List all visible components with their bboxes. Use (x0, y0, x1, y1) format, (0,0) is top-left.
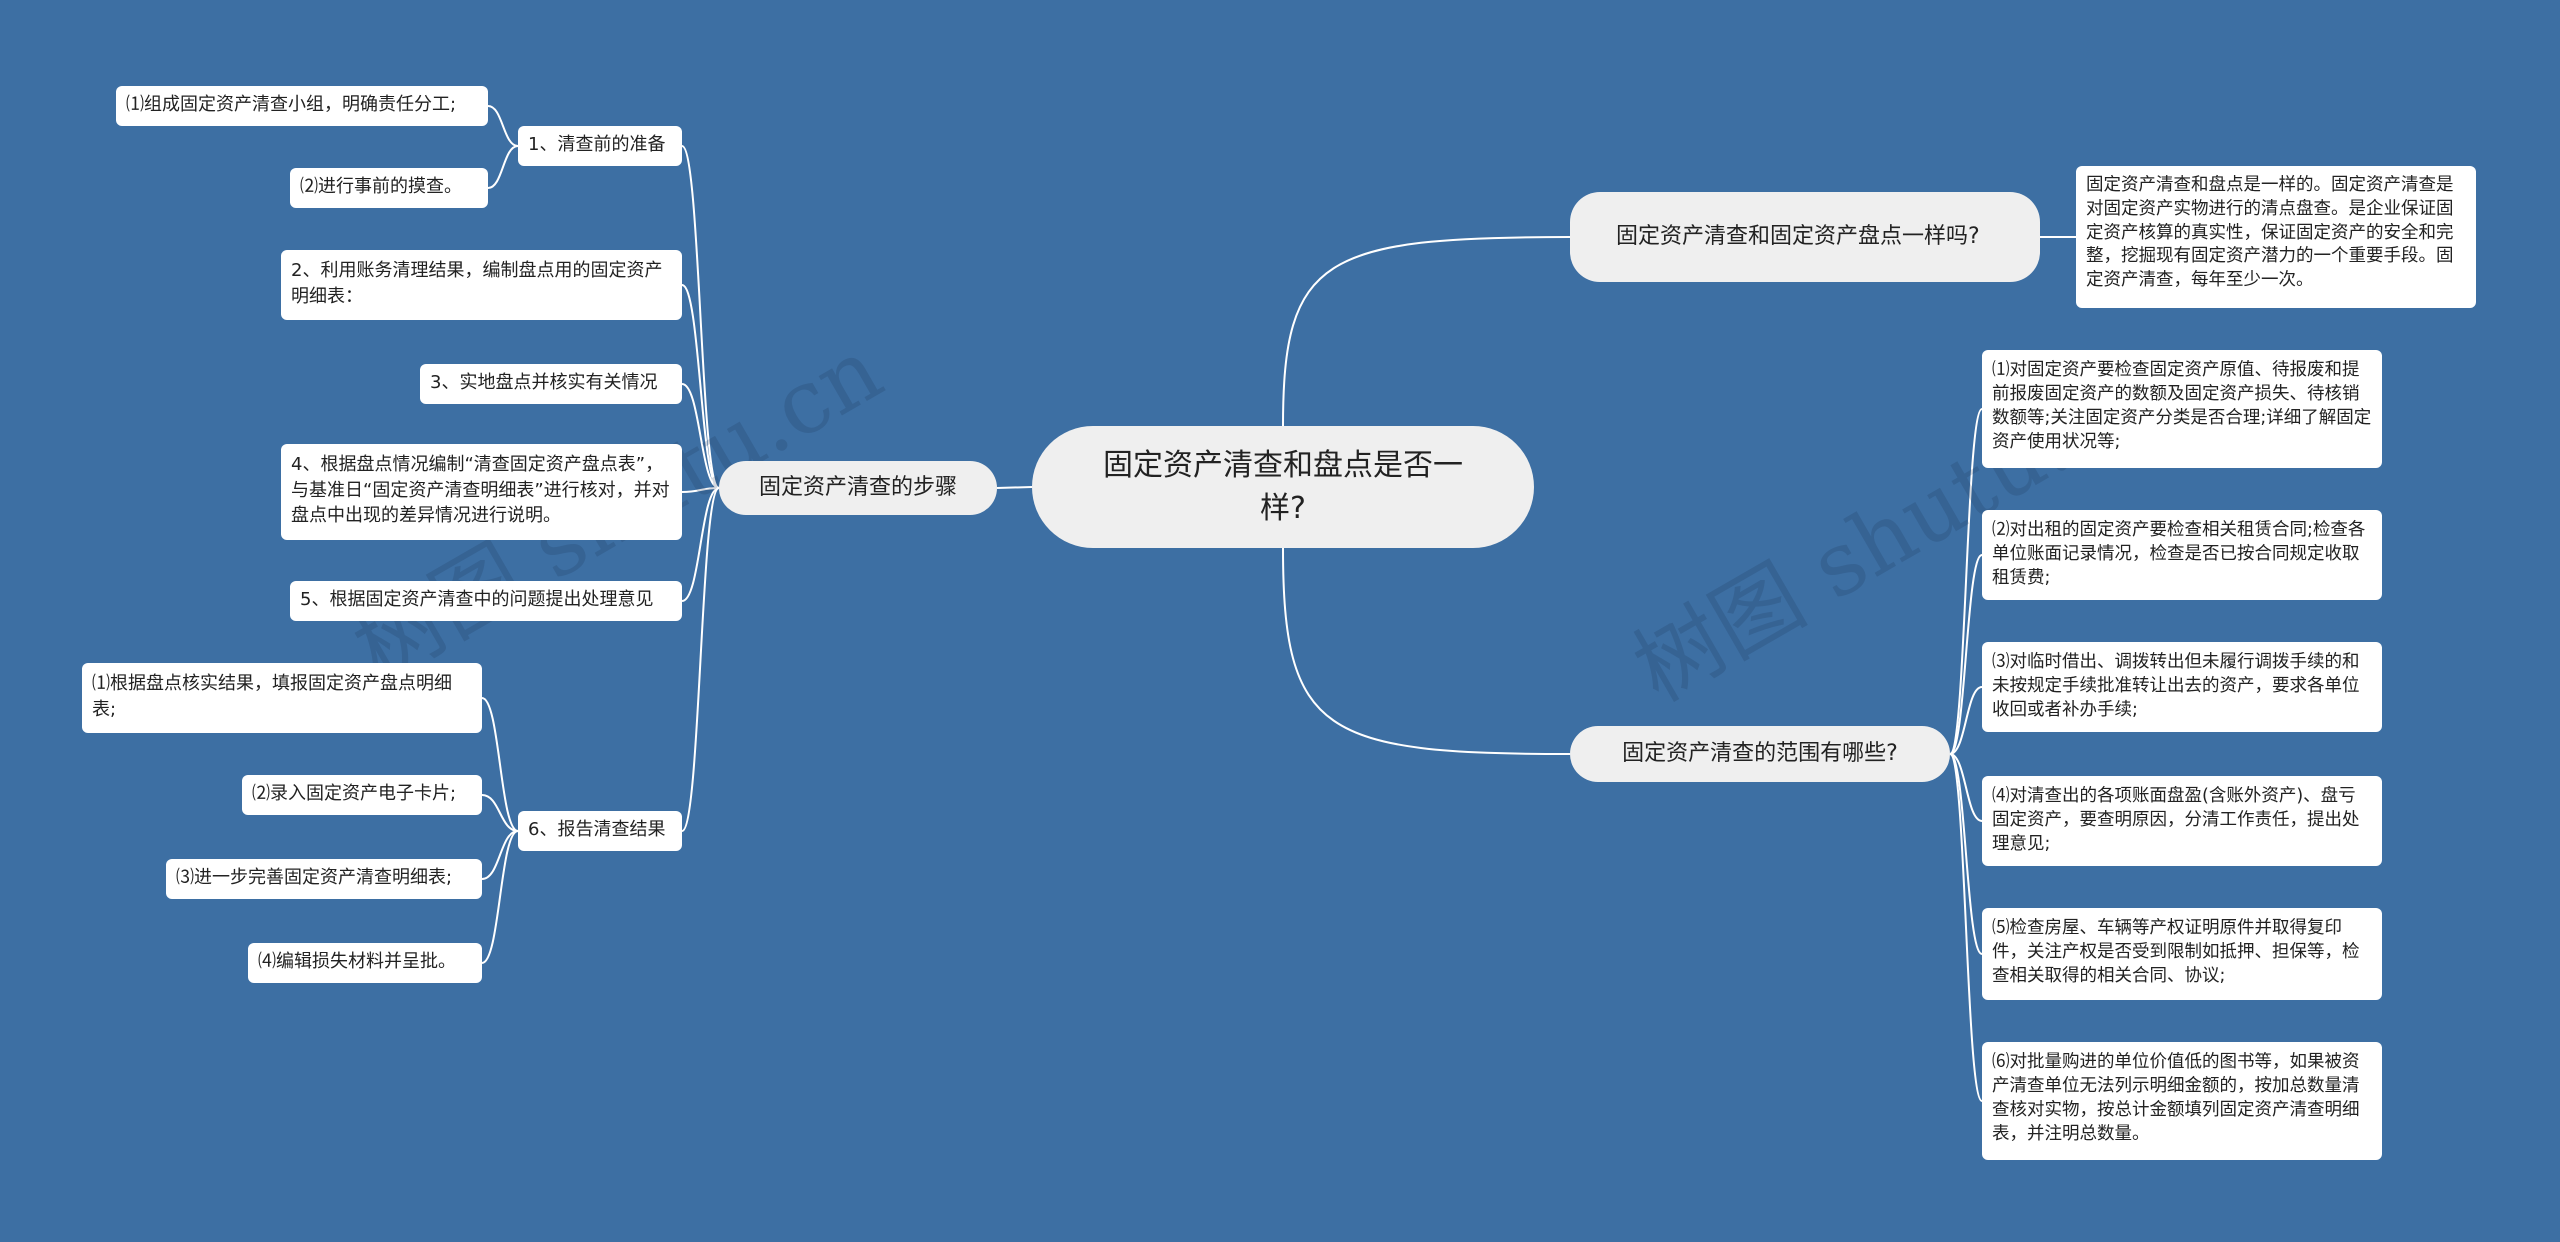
step-6-item-4[interactable]: ⑷编辑损失材料并呈批。 (248, 943, 482, 983)
scope-item-6[interactable]: ⑹对批量购进的单位价值低的图书等，如果被资产清查单位无法列示明细金额的，按加总数… (1982, 1042, 2382, 1160)
root-topic[interactable]: 固定资产清查和盘点是否一样? (1032, 426, 1534, 548)
connector-root-scope (1282, 547, 1571, 755)
branch-scope[interactable]: 固定资产清查的范围有哪些? (1570, 726, 1950, 782)
branch-steps[interactable]: 固定资产清查的步骤 (719, 461, 997, 515)
connector-step6-item-4 (481, 830, 519, 964)
step-1-item-2[interactable]: ⑵进行事前的摸查。 (290, 168, 488, 208)
step-2-ledger[interactable]: 2、利用账务清理结果，编制盘点用的固定资产明细表： (281, 250, 682, 320)
answer-same[interactable]: 固定资产清查和盘点是一样的。固定资产清查是对固定资产实物进行的清点盘查。是企业保… (2076, 166, 2476, 308)
step-6-item-2[interactable]: ⑵录入固定资产电子卡片; (242, 775, 482, 815)
connector-step1-item-1 (487, 105, 519, 147)
scope-item-5[interactable]: ⑸检查房屋、车辆等产权证明原件并取得复印件，关注产权是否受到限制如抵押、担保等，… (1982, 908, 2382, 1000)
step-5-opinion[interactable]: 5、根据固定资产清查中的问题提出处理意见 (290, 581, 682, 621)
scope-item-3[interactable]: ⑶对临时借出、调拨转出但未履行调拨手续的和未按规定手续批准转让出去的资产，要求各… (1982, 642, 2382, 732)
step-6-item-1[interactable]: ⑴根据盘点核实结果，填报固定资产盘点明细表; (82, 663, 482, 733)
branch-same-question[interactable]: 固定资产清查和固定资产盘点一样吗? (1570, 192, 2040, 282)
connector-step6-item-3 (481, 830, 519, 880)
step-1-prepare[interactable]: 1、清查前的准备 (518, 126, 682, 166)
step-4-reconcile[interactable]: 4、根据盘点情况编制“清查固定资产盘点表”，与基准日“固定资产清查明细表”进行核… (281, 444, 682, 540)
scope-item-4[interactable]: ⑷对清查出的各项账面盘盈(含账外资产)、盘亏固定资产，要查明原因，分清工作责任，… (1982, 776, 2382, 866)
connector-root-steps (996, 486, 1033, 489)
step-6-report[interactable]: 6、报告清查结果 (518, 811, 682, 851)
step-3-inventory[interactable]: 3、实地盘点并核实有关情况 (420, 364, 682, 404)
connector-step1-item-2 (487, 145, 519, 189)
scope-item-2[interactable]: ⑵对出租的固定资产要检查相关租赁合同;检查各单位账面记录情况，检查是否已按合同规… (1982, 510, 2382, 600)
step-1-item-1[interactable]: ⑴组成固定资产清查小组，明确责任分工; (116, 86, 488, 126)
connector-root-same (1282, 236, 1571, 427)
connector-scope-item-6 (1949, 753, 1983, 1102)
scope-item-1[interactable]: ⑴对固定资产要检查固定资产原值、待报废和提前报废固定资产的数额及固定资产损失、待… (1982, 350, 2382, 468)
step-6-item-3[interactable]: ⑶进一步完善固定资产清查明细表; (166, 859, 482, 899)
